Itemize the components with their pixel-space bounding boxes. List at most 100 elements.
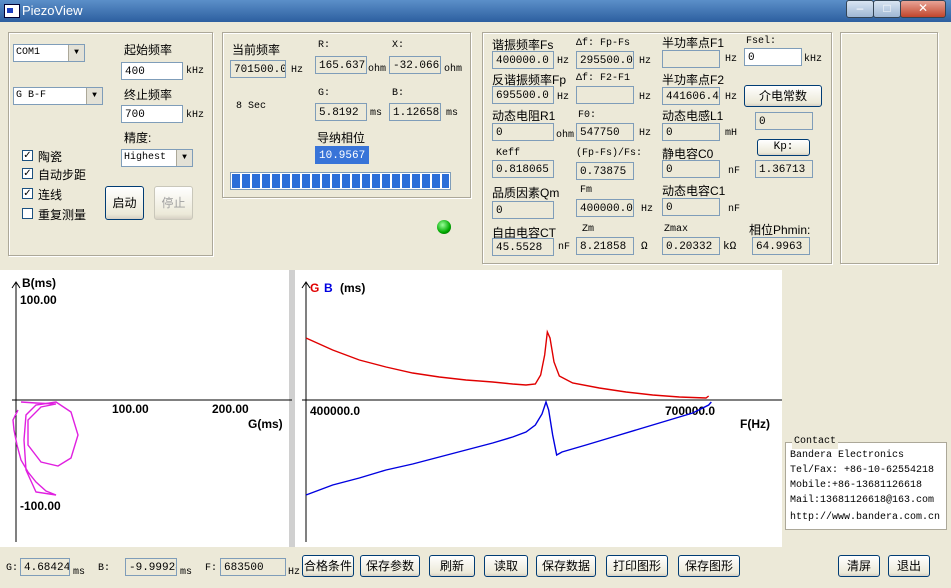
df2-unit: Hz bbox=[639, 92, 652, 103]
start-freq-input[interactable]: 400 bbox=[121, 62, 183, 80]
status-g-value: 4.68424 bbox=[20, 558, 70, 576]
right-title-b: B bbox=[324, 281, 333, 295]
maximize-button[interactable]: □ bbox=[873, 0, 901, 18]
print-graph-button[interactable]: 打印图形 bbox=[606, 555, 668, 577]
r-value: 165.637 bbox=[315, 56, 367, 74]
title-bar: PiezoView ‒ □ ✕ bbox=[0, 0, 951, 22]
zmax-unit: kΩ bbox=[723, 241, 737, 253]
fsel-label: Fsel: bbox=[746, 36, 777, 47]
fsel-input[interactable]: 0 bbox=[744, 48, 802, 66]
r1-label: 动态电阻R1 bbox=[492, 109, 556, 123]
precision-select[interactable]: Highest ▼ bbox=[121, 149, 193, 167]
f1-label: 半功率点F1 bbox=[662, 36, 725, 50]
conductance-line bbox=[305, 329, 710, 399]
checkbox-ceramic[interactable]: ✓ bbox=[22, 150, 33, 161]
port-select[interactable]: COM1 ▼ bbox=[13, 44, 85, 62]
dielectric-button[interactable]: 介电常数 bbox=[744, 85, 822, 107]
left-x-label: G(ms) bbox=[248, 417, 283, 431]
stop-button[interactable]: 停止 bbox=[154, 186, 193, 220]
minimize-button[interactable]: ‒ bbox=[846, 0, 874, 18]
c0-value: 0 bbox=[662, 160, 720, 178]
start-freq-unit: kHz bbox=[186, 66, 205, 77]
phmin-value: 64.9963 bbox=[752, 237, 810, 255]
f0-unit: Hz bbox=[639, 128, 652, 139]
status-f-unit: Hz bbox=[288, 567, 301, 578]
left-y-label: B(ms) bbox=[22, 276, 56, 290]
fsel-unit: kHz bbox=[804, 54, 823, 65]
g-value: 5.8192 bbox=[315, 103, 367, 121]
checkbox-auto-step-label: 自动步距 bbox=[38, 168, 87, 182]
close-button[interactable]: ✕ bbox=[900, 0, 946, 18]
g-label: G: bbox=[318, 88, 331, 99]
current-freq-unit: Hz bbox=[291, 65, 304, 76]
checkbox-auto-step[interactable]: ✓ bbox=[22, 168, 33, 179]
kp-button[interactable]: Kp: bbox=[757, 139, 810, 156]
chevron-down-icon: ▼ bbox=[176, 150, 192, 166]
b-label: B: bbox=[392, 88, 405, 99]
right-title-g: G bbox=[310, 281, 319, 295]
save-graph-button[interactable]: 保存图形 bbox=[678, 555, 740, 577]
left-y-tick-bottom: -100.00 bbox=[20, 499, 61, 513]
start-button[interactable]: 启动 bbox=[105, 186, 144, 220]
admittance-circle-line-0 bbox=[12, 401, 79, 496]
f2-value: 441606.4 bbox=[662, 87, 720, 105]
pass-criteria-button[interactable]: 合格条件 bbox=[302, 555, 354, 577]
checkbox-connect-lines-label: 连线 bbox=[38, 188, 63, 202]
x-unit: ohm bbox=[444, 64, 463, 75]
df1-unit: Hz bbox=[639, 56, 652, 67]
checkbox-connect-lines[interactable]: ✓ bbox=[22, 188, 33, 199]
save-params-button[interactable]: 保存参数 bbox=[360, 555, 420, 577]
qm-value: 0 bbox=[492, 201, 554, 219]
status-f-label: F: bbox=[205, 563, 218, 574]
f2-label: 半功率点F2 bbox=[662, 73, 725, 87]
exit-button[interactable]: 退出 bbox=[888, 555, 930, 577]
current-freq-label: 当前频率 bbox=[232, 43, 281, 57]
plot-area[interactable]: B(ms) 100.00 -100.00 100.00 200.00 G(ms)… bbox=[0, 270, 782, 547]
fp-unit: Hz bbox=[557, 92, 570, 103]
precision-label: 精度: bbox=[124, 131, 152, 145]
checkbox-ceramic-label: 陶瓷 bbox=[38, 150, 63, 164]
df1-value: 295500.0 bbox=[576, 51, 634, 69]
ratio-value: 0.73875 bbox=[576, 162, 634, 180]
contact-line-1: Bandera Electronics bbox=[790, 450, 905, 461]
contact-line-5: http://www.bandera.com.cn bbox=[790, 512, 941, 523]
elapsed-seconds: 8 Sec bbox=[236, 101, 267, 112]
checkbox-repeat[interactable] bbox=[22, 208, 33, 219]
progress-fill bbox=[232, 174, 449, 188]
mode-select[interactable]: G B-F ▼ bbox=[13, 87, 103, 105]
l1-label: 动态电感L1 bbox=[662, 109, 724, 123]
zm-unit: Ω bbox=[641, 241, 648, 253]
app-icon bbox=[4, 4, 20, 18]
right-title-unit: (ms) bbox=[340, 281, 365, 295]
start-freq-label: 起始频率 bbox=[124, 43, 173, 57]
read-button[interactable]: 读取 bbox=[484, 555, 528, 577]
fs-unit: Hz bbox=[557, 56, 570, 67]
phase-label: 导纳相位 bbox=[317, 131, 366, 145]
status-g-label: G: bbox=[6, 563, 19, 574]
current-freq-value: 701500.0 bbox=[230, 60, 286, 78]
right-x-tick-start: 400000.0 bbox=[310, 404, 360, 418]
dielectric-value: 0 bbox=[755, 112, 813, 130]
refresh-button[interactable]: 刷新 bbox=[429, 555, 475, 577]
fs-value: 400000.0 bbox=[492, 51, 554, 69]
f2-unit: Hz bbox=[725, 92, 738, 103]
contact-line-3: Mobile:+86-13681126618 bbox=[790, 480, 923, 491]
c1-unit: nF bbox=[728, 204, 741, 215]
end-freq-input[interactable]: 700 bbox=[121, 105, 183, 123]
save-data-button[interactable]: 保存数据 bbox=[536, 555, 596, 577]
side-panel bbox=[840, 32, 938, 264]
contact-line-4: Mail:13681126618@163.com bbox=[790, 495, 935, 506]
l1-unit: mH bbox=[725, 128, 738, 139]
susceptance-line bbox=[305, 399, 712, 496]
g-unit: ms bbox=[370, 108, 383, 119]
phmin-label: 相位Phmin: bbox=[749, 223, 811, 237]
left-y-tick-top: 100.00 bbox=[20, 293, 57, 307]
fm-label: Fm bbox=[580, 185, 593, 196]
clear-screen-button[interactable]: 清屏 bbox=[838, 555, 880, 577]
df2-label: Δf: F2-F1 bbox=[576, 73, 631, 84]
window-title: PiezoView bbox=[22, 3, 83, 18]
left-x-tick-100: 100.00 bbox=[112, 402, 149, 416]
status-f-value: 683500 bbox=[220, 558, 286, 576]
l1-value: 0 bbox=[662, 123, 720, 141]
f0-label: F0: bbox=[578, 110, 597, 121]
